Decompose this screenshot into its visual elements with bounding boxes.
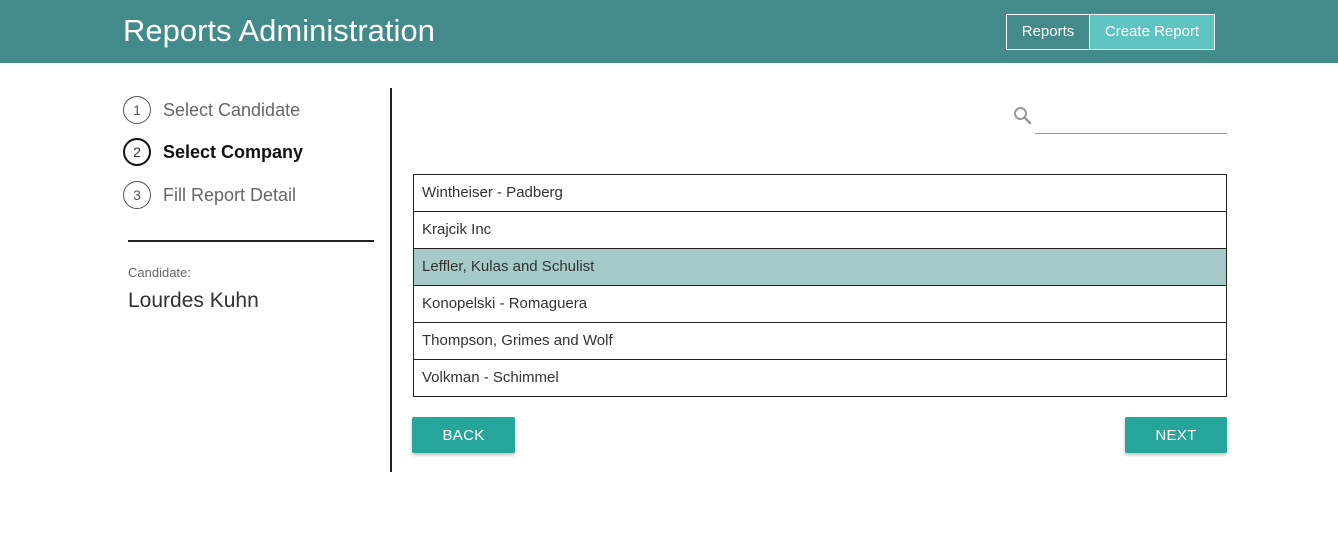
company-list-item[interactable]: Volkman - Schimmel [414, 360, 1226, 396]
step-number-circle: 2 [123, 138, 151, 166]
next-button[interactable]: NEXT [1125, 417, 1227, 453]
search-input[interactable] [1035, 100, 1227, 134]
company-list-item[interactable]: Krajcik Inc [414, 212, 1226, 249]
nav-reports-button[interactable]: Reports [1007, 15, 1090, 49]
step-label: Fill Report Detail [163, 184, 297, 205]
step-number-circle: 1 [123, 96, 151, 124]
app-title: Reports Administration [123, 13, 435, 48]
step-select-company[interactable]: 2 Select Company [123, 137, 303, 167]
candidate-name: Lourdes Kuhn [128, 289, 259, 312]
company-list: Wintheiser - Padberg Krajcik Inc Leffler… [413, 174, 1227, 397]
company-list-item[interactable]: Konopelski - Romaguera [414, 286, 1226, 323]
back-button[interactable]: BACK [412, 417, 515, 453]
nav-create-report-button[interactable]: Create Report [1090, 15, 1214, 49]
step-fill-report-detail[interactable]: 3 Fill Report Detail [123, 180, 296, 210]
step-label: Select Company [163, 141, 304, 162]
app-header: Reports Administration Reports Create Re… [0, 0, 1338, 63]
header-nav: Reports Create Report [1006, 14, 1215, 50]
company-list-item[interactable]: Thompson, Grimes and Wolf [414, 323, 1226, 360]
company-list-item-selected[interactable]: Leffler, Kulas and Schulist [414, 249, 1226, 286]
search-icon [1014, 107, 1032, 125]
vertical-divider [390, 88, 392, 472]
company-list-item[interactable]: Wintheiser - Padberg [414, 175, 1226, 212]
step-label: Select Candidate [163, 99, 301, 120]
step-number-circle: 3 [123, 181, 151, 209]
sidebar-divider [128, 240, 374, 242]
step-select-candidate[interactable]: 1 Select Candidate [123, 95, 300, 125]
candidate-caption: Candidate: [128, 265, 191, 280]
